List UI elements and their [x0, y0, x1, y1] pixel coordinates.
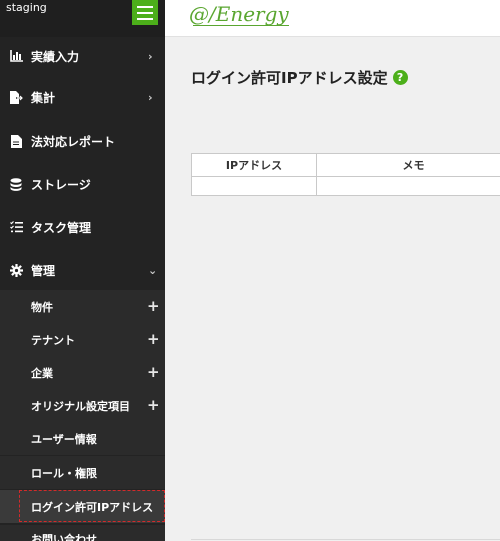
sidebar-subitem-label: ログイン許可IPアドレス [31, 500, 154, 514]
logo-underline [193, 25, 289, 26]
bar-chart-icon [9, 49, 23, 63]
sidebar-subitem-custom-fields[interactable]: オリジナル設定項目 + [0, 389, 165, 422]
sidebar-item-storage[interactable]: ストレージ [0, 165, 165, 203]
sidebar-subitem-label: テナント [31, 333, 75, 347]
table-header-row: IPアドレス メモ [191, 153, 500, 177]
hamburger-menu-icon[interactable] [132, 0, 158, 25]
page-title-text: ログイン許可IPアドレス設定 [191, 69, 388, 87]
chevron-down-icon: ⌄ [148, 263, 158, 277]
memo-cell[interactable] [316, 176, 500, 196]
sidebar-item-aggregate[interactable]: 集計 › [0, 78, 165, 116]
gear-icon [9, 263, 23, 277]
sidebar-subitem-user-info[interactable]: ユーザー情報 [0, 422, 165, 455]
column-header-ip: IPアドレス [191, 153, 317, 177]
sidebar-subitem-property[interactable]: 物件 + [0, 290, 165, 323]
sidebar-item-legal-report[interactable]: 法対応レポート [0, 122, 165, 160]
table-row [191, 176, 500, 196]
sidebar-item-label: タスク管理 [31, 220, 92, 235]
sidebar-subitem-label: ロール・権限 [31, 466, 97, 480]
sidebar: staging 実績入力 › 集計 › 法対応レポート ストレージ タスク管理 … [0, 0, 165, 541]
sidebar-subitem-label: 企業 [31, 366, 53, 380]
sidebar-subitem-login-ip[interactable]: ログイン許可IPアドレス [0, 490, 165, 523]
sidebar-item-label: 集計 [31, 90, 56, 105]
plus-icon: + [147, 297, 160, 315]
environment-label: staging [6, 1, 47, 14]
sidebar-subitem-contact[interactable]: お問い合わせ [0, 525, 165, 541]
ip-address-cell[interactable] [191, 176, 317, 196]
sidebar-subitem-label: お問い合わせ [31, 533, 97, 541]
sidebar-header: staging [0, 0, 165, 37]
export-file-icon [9, 90, 23, 104]
main-content: ログイン許可IPアドレス設定 ? IPアドレス メモ [165, 37, 500, 541]
sidebar-item-label: ストレージ [31, 177, 91, 192]
task-list-icon [9, 220, 23, 234]
top-bar: @/Energy [165, 0, 500, 37]
column-header-memo: メモ [316, 153, 500, 177]
sidebar-subitem-label: 物件 [31, 300, 53, 314]
sidebar-item-label: 法対応レポート [31, 134, 116, 149]
brand-logo[interactable]: @/Energy [189, 2, 289, 26]
sidebar-subitem-roles[interactable]: ロール・権限 [0, 456, 165, 489]
plus-icon: + [147, 363, 160, 381]
sidebar-subitem-label: ユーザー情報 [31, 432, 97, 446]
sidebar-item-task-management[interactable]: タスク管理 [0, 208, 165, 246]
help-icon[interactable]: ? [392, 70, 408, 85]
sidebar-item-results-input[interactable]: 実績入力 › [0, 37, 165, 75]
ip-address-table: IPアドレス メモ [191, 153, 500, 196]
sidebar-item-label: 実績入力 [31, 49, 80, 64]
sidebar-subitem-tenant[interactable]: テナント + [0, 323, 165, 356]
plus-icon: + [147, 330, 160, 348]
sidebar-item-admin[interactable]: 管理 ⌄ [0, 251, 165, 289]
sidebar-subitem-label: オリジナル設定項目 [31, 399, 130, 413]
page-title: ログイン許可IPアドレス設定 ? [191, 67, 408, 88]
chevron-right-icon: › [148, 49, 153, 63]
database-icon [9, 177, 23, 191]
divider [191, 539, 500, 540]
chevron-right-icon: › [148, 90, 153, 104]
sidebar-subitem-company[interactable]: 企業 + [0, 356, 165, 389]
sidebar-item-label: 管理 [31, 263, 56, 278]
plus-icon: + [147, 396, 160, 414]
document-icon [9, 134, 23, 148]
